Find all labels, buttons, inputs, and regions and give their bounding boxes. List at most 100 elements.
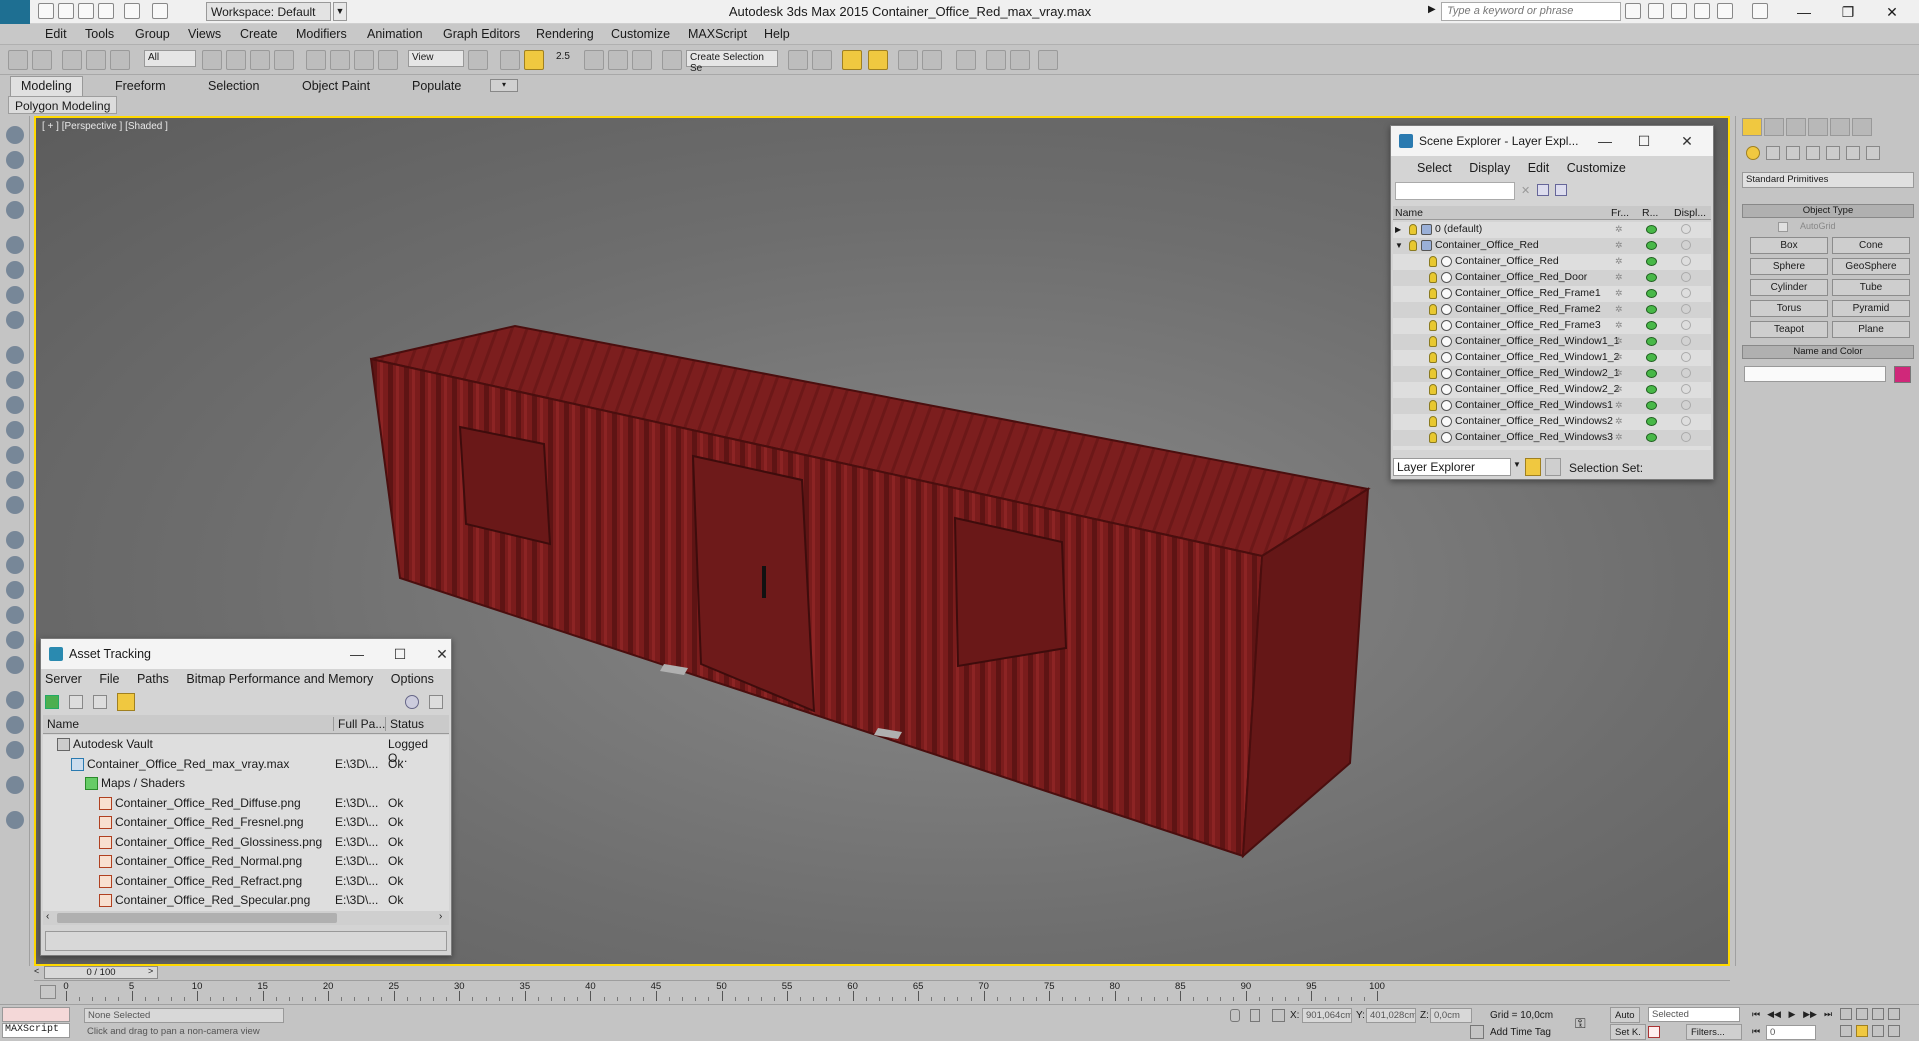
teapot-button[interactable]: Teapot: [1750, 321, 1828, 338]
object-name-input[interactable]: [1744, 366, 1886, 382]
isolate-icon[interactable]: [1250, 1009, 1260, 1022]
place-icon[interactable]: [378, 50, 398, 70]
renderable-icon[interactable]: [1646, 417, 1657, 426]
asset-row[interactable]: Autodesk Vault Logged O...: [43, 735, 449, 765]
toggle-scene-explorer-icon[interactable]: [842, 50, 862, 70]
lights-icon[interactable]: [1786, 146, 1800, 160]
options-icon[interactable]: [1555, 184, 1567, 196]
visibility-bulb-icon[interactable]: [1429, 400, 1437, 411]
refresh-icon[interactable]: [45, 695, 59, 709]
se-col-display[interactable]: Displ...: [1674, 207, 1706, 219]
key-mode-icon[interactable]: ⏮: [1748, 1025, 1764, 1038]
menu-edit[interactable]: Edit: [45, 27, 67, 41]
redo-icon[interactable]: [32, 50, 52, 70]
menu-maxscript[interactable]: MAXScript: [688, 27, 747, 41]
time-slider[interactable]: < 0 / 100 >: [34, 966, 1730, 980]
minimize-icon[interactable]: —: [1782, 1, 1826, 23]
expand-down-icon[interactable]: ▼: [1395, 241, 1403, 250]
tube-button[interactable]: Tube: [1832, 279, 1910, 296]
menu-create[interactable]: Create: [240, 27, 278, 41]
asset-row[interactable]: Container_Office_Red_max_vray.max E:\3D\.…: [43, 755, 449, 774]
render-frame-icon[interactable]: [6, 716, 24, 734]
asset-tracking-titlebar[interactable]: Asset Tracking — ☐ ✕: [41, 639, 451, 669]
freeze-icon[interactable]: ✲: [1615, 256, 1625, 266]
renderable-icon[interactable]: [1646, 337, 1657, 346]
maxscript-listener[interactable]: MAXScript: [2, 1023, 70, 1038]
scene-explorer-window[interactable]: Scene Explorer - Layer Expl... — ☐ ✕ Sel…: [1390, 125, 1714, 480]
maxscript-listener-top[interactable]: [2, 1007, 70, 1022]
scene-explorer-titlebar[interactable]: Scene Explorer - Layer Expl... — ☐ ✕: [1391, 126, 1713, 156]
freeze-icon[interactable]: ✲: [1615, 432, 1625, 442]
renderable-icon[interactable]: [1646, 401, 1657, 410]
mirror-icon[interactable]: [788, 50, 808, 70]
create-tab-icon[interactable]: [1742, 118, 1762, 136]
systems-icon[interactable]: [1866, 146, 1880, 160]
helpers-icon[interactable]: [1826, 146, 1840, 160]
cameras-icon[interactable]: [1806, 146, 1820, 160]
shape-icon[interactable]: [6, 311, 24, 329]
renderable-icon[interactable]: [1646, 305, 1657, 314]
maximize-icon[interactable]: ☐: [382, 643, 418, 665]
cone-button[interactable]: Cone: [1832, 237, 1910, 254]
favorites-star-icon[interactable]: [1694, 3, 1710, 19]
asset-row[interactable]: Container_Office_Red_Fresnel.png E:\3D\..…: [43, 813, 449, 832]
open-file-icon[interactable]: [58, 3, 74, 19]
curve-editor-icon[interactable]: [922, 50, 942, 70]
percent-snap-icon[interactable]: [608, 50, 628, 70]
chevron-down-icon[interactable]: ▼: [1513, 460, 1521, 469]
align-icon[interactable]: [812, 50, 832, 70]
menu-rendering[interactable]: Rendering: [536, 27, 594, 41]
scale-icon[interactable]: [354, 50, 374, 70]
freeze-icon[interactable]: ✲: [1615, 400, 1625, 410]
list-view-icon[interactable]: [69, 695, 83, 709]
go-to-end-icon[interactable]: ⏭: [1820, 1008, 1836, 1021]
bind-space-warp-icon[interactable]: [110, 50, 130, 70]
display-tab-icon[interactable]: [1830, 118, 1850, 136]
snap-toggle-label[interactable]: 2.5: [556, 51, 570, 62]
layer-explorer-dropdown[interactable]: Layer Explorer: [1393, 458, 1511, 476]
scene-row[interactable]: Container_Office_Red_Windows1 ✲: [1393, 398, 1711, 414]
go-to-start-icon[interactable]: ⏮: [1748, 1008, 1764, 1021]
create-icon[interactable]: [6, 151, 24, 169]
graphite-modeling-tools-icon[interactable]: [898, 50, 918, 70]
tab-freeform[interactable]: Freeform: [115, 79, 166, 93]
maximize-icon[interactable]: ☐: [1626, 130, 1662, 152]
render-icon[interactable]: [1038, 50, 1058, 70]
undo-icon[interactable]: [98, 3, 114, 19]
menu-modifiers[interactable]: Modifiers: [296, 27, 347, 41]
scene-row[interactable]: Container_Office_Red_Frame2 ✲: [1393, 302, 1711, 318]
scene-row[interactable]: Container_Office_Red_Windows3 ✲: [1393, 430, 1711, 446]
freeze-icon[interactable]: ✲: [1615, 288, 1625, 298]
rectangular-selection-icon[interactable]: [250, 50, 270, 70]
keyboard-shortcut-override-icon[interactable]: [524, 50, 544, 70]
cylinder-button[interactable]: Cylinder: [1750, 279, 1828, 296]
scene-row[interactable]: Container_Office_Red_Window2_2 ✲: [1393, 382, 1711, 398]
visibility-bulb-icon[interactable]: [1429, 272, 1437, 283]
render-setup-icon[interactable]: [1010, 50, 1030, 70]
workspace-dropdown[interactable]: Workspace: Default: [206, 2, 331, 21]
spinner-snap-icon[interactable]: [632, 50, 652, 70]
rotate-icon[interactable]: [330, 50, 350, 70]
display-box-icon[interactable]: [1681, 304, 1691, 314]
scene-row[interactable]: Container_Office_Red_Window1_1 ✲: [1393, 334, 1711, 350]
renderable-icon[interactable]: [1646, 257, 1657, 266]
display-box-icon[interactable]: [1681, 224, 1691, 234]
renderable-icon[interactable]: [1646, 273, 1657, 282]
renderable-icon[interactable]: [1646, 433, 1657, 442]
display-box-icon[interactable]: [1681, 384, 1691, 394]
exchange-apps-icon[interactable]: [1717, 3, 1733, 19]
menu-tools[interactable]: Tools: [85, 27, 114, 41]
plane-button[interactable]: Plane: [1832, 321, 1910, 338]
character-icon[interactable]: [6, 656, 24, 674]
scrollbar-thumb[interactable]: [57, 913, 337, 923]
set-key-mode-icon[interactable]: [1648, 1026, 1660, 1038]
menu-graph-editors[interactable]: Graph Editors: [443, 27, 520, 41]
sphere-wire-icon[interactable]: [6, 581, 24, 599]
object-type-rollout[interactable]: Object Type: [1742, 204, 1914, 218]
renderable-icon[interactable]: [1646, 385, 1657, 394]
save-file-icon[interactable]: [78, 3, 94, 19]
next-frame-icon[interactable]: ▶▶: [1802, 1008, 1818, 1021]
freeze-icon[interactable]: ✲: [1615, 352, 1625, 362]
se-search-input[interactable]: [1395, 182, 1515, 200]
foliage-icon[interactable]: [6, 606, 24, 624]
